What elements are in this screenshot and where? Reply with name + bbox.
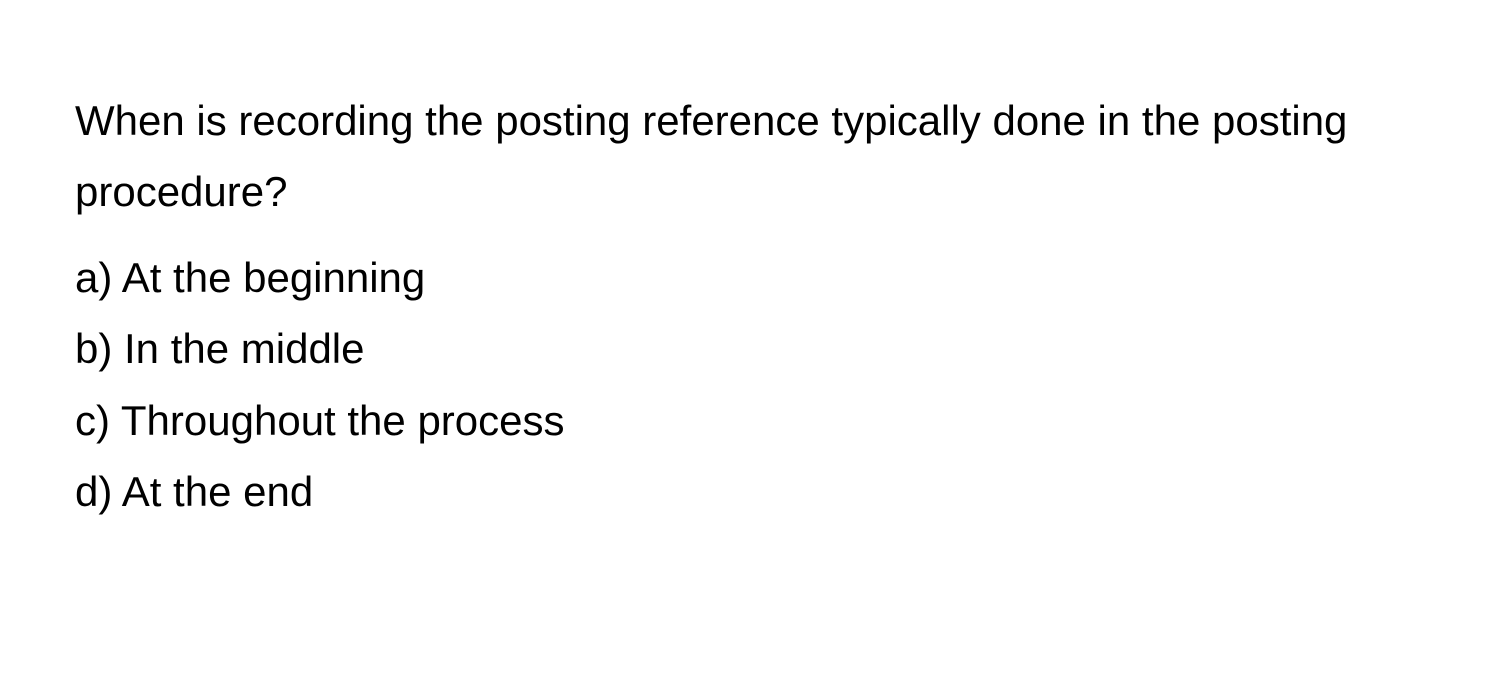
option-c: c) Throughout the process [75,385,1425,456]
option-a: a) At the beginning [75,242,1425,313]
question-text: When is recording the posting reference … [75,85,1425,228]
option-b: b) In the middle [75,313,1425,384]
option-d: d) At the end [75,456,1425,527]
